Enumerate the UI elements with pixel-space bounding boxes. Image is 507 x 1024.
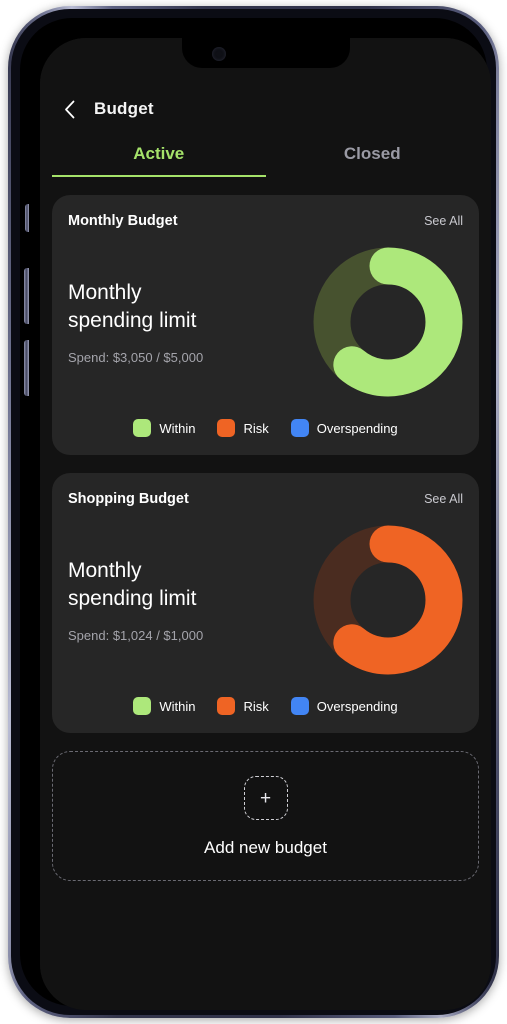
legend-label-within: Within [159,698,196,714]
legend-item-risk: Risk [217,419,269,437]
card-title: Monthly Budget [68,213,178,229]
chevron-left-icon[interactable] [58,98,80,120]
tab-closed[interactable]: Closed [266,144,480,177]
budget-screen: Budget Active Closed Monthly Budget See … [40,38,491,1010]
legend-label-risk: Risk [243,698,269,714]
spending-limit-title: Monthly spending limit [68,279,228,334]
card-body: Monthly spending limit Spend: $1,024 / $… [68,525,463,675]
legend-swatch-overspending [290,697,309,715]
add-new-budget-button[interactable]: + Add new budget [52,751,479,881]
donut-chart-shopping [313,525,463,675]
spending-limit-line2: spending limit [68,308,197,332]
phone-frame-inner: Budget Active Closed Monthly Budget See … [11,9,496,1015]
phone-bezel: Budget Active Closed Monthly Budget See … [20,18,491,1010]
card-header: Shopping Budget See All [68,491,463,507]
legend-item-overspending: Overspending [290,697,398,715]
legend-item-within: Within [133,697,195,715]
tab-bar: Active Closed [52,144,479,177]
legend-swatch-within [133,419,152,437]
see-all-link[interactable]: See All [424,492,463,506]
legend-label-risk: Risk [243,420,269,436]
legend-item-risk: Risk [217,697,269,715]
spending-limit-line1: Monthly [68,558,142,582]
chart-legend: Within Risk Overspending [68,697,463,717]
screenshot-stage: Budget Active Closed Monthly Budget See … [0,0,507,1024]
legend-label-overspending: Overspending [316,698,398,714]
chart-legend: Within Risk Overspending [68,419,463,439]
legend-item-overspending: Overspending [290,419,398,437]
notch [181,38,350,68]
legend-label-within: Within [159,420,196,436]
budget-card-monthly[interactable]: Monthly Budget See All Monthly spending … [52,195,479,455]
navigation-bar: Budget [40,82,491,130]
card-text-block: Monthly spending limit Spend: $3,050 / $… [68,279,313,365]
budget-card-shopping[interactable]: Shopping Budget See All Monthly spending… [52,473,479,733]
plus-glyph: + [259,787,272,809]
card-body: Monthly spending limit Spend: $3,050 / $… [68,247,463,397]
spending-limit-line1: Monthly [68,280,142,304]
phone-frame: Budget Active Closed Monthly Budget See … [8,6,499,1018]
spend-amount: Spend: $3,050 / $5,000 [68,350,204,366]
front-camera-icon [211,47,226,61]
legend-swatch-risk [217,419,236,437]
volume-up-button[interactable] [24,268,29,324]
see-all-link[interactable]: See All [424,214,463,228]
page-title: Budget [94,99,154,118]
tab-active[interactable]: Active [52,144,266,177]
legend-swatch-within [133,697,152,715]
card-title: Shopping Budget [68,491,189,507]
add-new-budget-label: Add new budget [204,838,327,857]
spend-amount: Spend: $1,024 / $1,000 [68,628,204,644]
legend-item-within: Within [133,419,195,437]
plus-icon: + [243,776,288,820]
donut-chart-monthly [313,247,463,397]
volume-down-button[interactable] [24,340,29,396]
mute-switch-button[interactable] [25,204,29,232]
spending-limit-title: Monthly spending limit [68,557,228,612]
legend-swatch-risk [217,697,236,715]
card-header: Monthly Budget See All [68,213,463,229]
phone-screen: Budget Active Closed Monthly Budget See … [40,38,491,1010]
budget-card-list: Monthly Budget See All Monthly spending … [40,177,491,881]
legend-label-overspending: Overspending [316,420,398,436]
spending-limit-line2: spending limit [68,586,197,610]
card-text-block: Monthly spending limit Spend: $1,024 / $… [68,557,313,643]
legend-swatch-overspending [290,419,309,437]
